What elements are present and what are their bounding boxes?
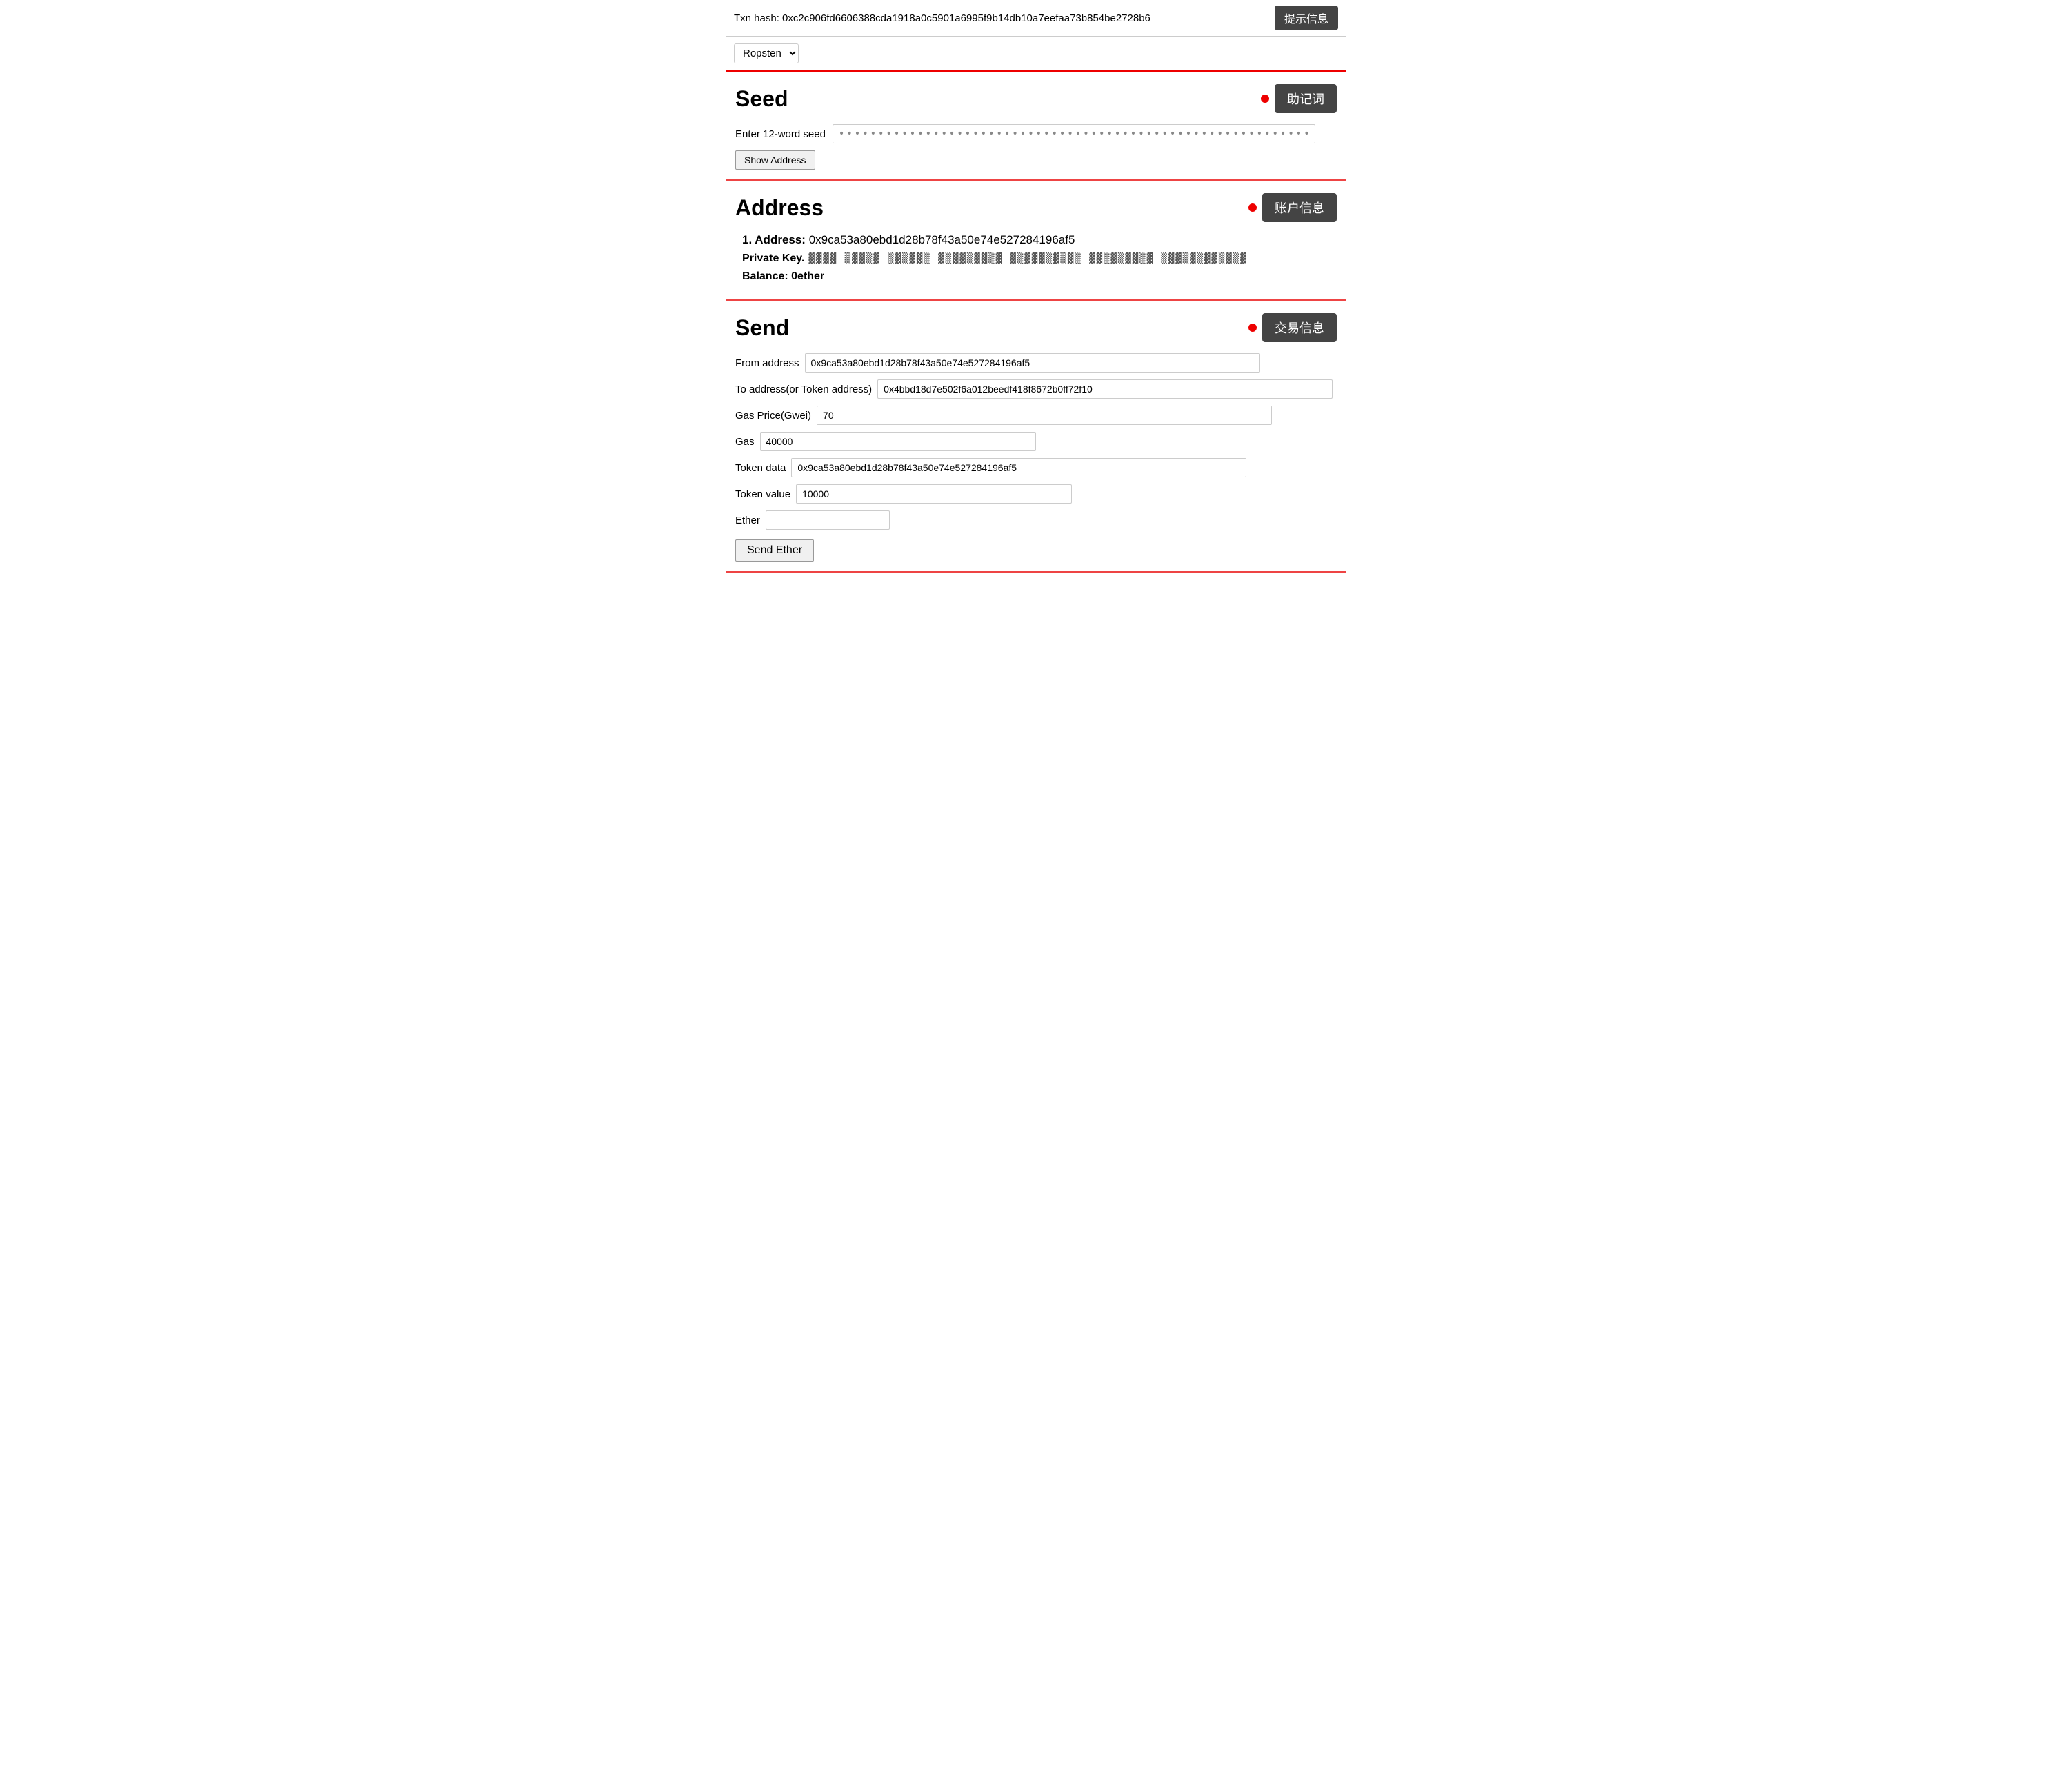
address-badge: 账户信息 xyxy=(1262,193,1337,222)
gas-price-input[interactable] xyxy=(817,406,1272,425)
show-address-button[interactable]: Show Address xyxy=(735,150,815,170)
seed-header: Seed 助记词 xyxy=(735,84,1337,113)
tooltip-badge: 提示信息 xyxy=(1275,6,1338,30)
address-section: Address 账户信息 1. Address: 0x9ca53a80ebd1d… xyxy=(726,181,1346,301)
from-address-input[interactable] xyxy=(805,353,1260,372)
network-bar: Ropsten Mainnet Rinkeby Kovan xyxy=(726,37,1346,72)
private-key-line: Private Key. ▓▓▓▓ ▒▓▓▒▓ ▒▓▒▓▓▒ ▓▒▓▓▒▓▓▒▓… xyxy=(742,252,1337,265)
gas-price-row: Gas Price(Gwei) xyxy=(735,406,1337,425)
address-index: 1. xyxy=(742,233,755,246)
address-value: 0x9ca53a80ebd1d28b78f43a50e74e527284196a… xyxy=(809,233,1075,246)
address-dot xyxy=(1248,203,1257,212)
send-dot xyxy=(1248,324,1257,332)
token-value-row: Token value xyxy=(735,484,1337,504)
balance-label: Balance: xyxy=(742,270,788,282)
address-item: 1. Address: 0x9ca53a80ebd1d28b78f43a50e7… xyxy=(742,233,1337,283)
gas-label: Gas xyxy=(735,436,755,448)
txn-hash: Txn hash: 0xc2c906fd6606388cda1918a0c590… xyxy=(734,12,1150,24)
from-address-row: From address xyxy=(735,353,1337,372)
seed-dot xyxy=(1261,95,1269,103)
address-header: Address 账户信息 xyxy=(735,193,1337,222)
token-data-input[interactable] xyxy=(791,458,1246,477)
seed-section: Seed 助记词 Enter 12-word seed Show Address xyxy=(726,72,1346,181)
ether-row: Ether xyxy=(735,510,1337,530)
send-section: Send 交易信息 From address To address(or Tok… xyxy=(726,301,1346,573)
gas-input[interactable] xyxy=(760,432,1036,451)
private-key-value: ▓▓▓▓ ▒▓▓▒▓ ▒▓▒▓▓▒ ▓▒▓▓▒▓▓▒▓ ▓▒▓▓▓▒▓▒▓▒ ▓… xyxy=(808,253,1247,264)
token-value-label: Token value xyxy=(735,488,790,500)
balance-line: Balance: 0ether xyxy=(742,270,1337,283)
address-title: Address xyxy=(735,195,824,221)
seed-title: Seed xyxy=(735,86,788,112)
private-key-label: Private Key. xyxy=(742,252,804,265)
to-address-label: To address(or Token address) xyxy=(735,384,872,395)
token-data-label: Token data xyxy=(735,462,786,474)
send-badge: 交易信息 xyxy=(1262,313,1337,342)
seed-input[interactable] xyxy=(833,124,1315,143)
address-line: 1. Address: 0x9ca53a80ebd1d28b78f43a50e7… xyxy=(742,233,1337,247)
ether-input[interactable] xyxy=(766,510,890,530)
network-select[interactable]: Ropsten Mainnet Rinkeby Kovan xyxy=(734,43,799,63)
token-data-row: Token data xyxy=(735,458,1337,477)
address-badge-wrap: 账户信息 xyxy=(1248,193,1337,222)
send-header: Send 交易信息 xyxy=(735,313,1337,342)
seed-badge: 助记词 xyxy=(1275,84,1337,113)
gas-price-label: Gas Price(Gwei) xyxy=(735,410,811,421)
seed-badge-wrap: 助记词 xyxy=(1261,84,1337,113)
seed-input-label: Enter 12-word seed xyxy=(735,128,826,140)
seed-row: Enter 12-word seed xyxy=(735,124,1337,143)
to-address-input[interactable] xyxy=(877,379,1333,399)
to-address-row: To address(or Token address) xyxy=(735,379,1337,399)
send-ether-button[interactable]: Send Ether xyxy=(735,539,814,562)
balance-value: 0ether xyxy=(791,270,824,282)
address-label: Address: xyxy=(755,233,806,246)
send-title: Send xyxy=(735,315,789,341)
token-value-input[interactable] xyxy=(796,484,1072,504)
send-badge-wrap: 交易信息 xyxy=(1248,313,1337,342)
ether-label: Ether xyxy=(735,515,760,526)
gas-row: Gas xyxy=(735,432,1337,451)
from-address-label: From address xyxy=(735,357,799,369)
top-bar: Txn hash: 0xc2c906fd6606388cda1918a0c590… xyxy=(726,0,1346,37)
